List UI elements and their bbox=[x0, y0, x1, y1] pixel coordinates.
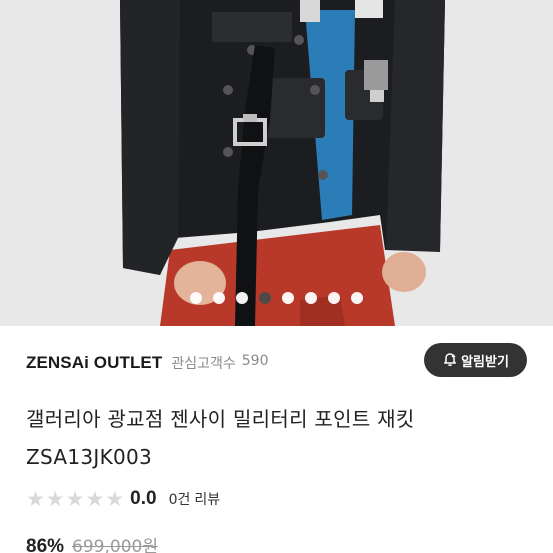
review-count-label: 리뷰 bbox=[194, 492, 221, 508]
carousel-dot[interactable] bbox=[190, 292, 202, 304]
product-title-line1: 갤러리아 광교점 젠사이 밀리터리 포인트 재킷 bbox=[26, 407, 415, 431]
star-icon: ★ bbox=[26, 486, 45, 511]
product-image[interactable] bbox=[0, 0, 553, 326]
original-price: 699,000원 bbox=[72, 537, 158, 553]
rating-row[interactable]: ★ ★ ★ ★ ★ 0.0 0건 리뷰 bbox=[26, 486, 220, 512]
price-row: 86% 699,000원 bbox=[26, 532, 158, 553]
seller-row: ZENSAi OUTLET 관심고객수 590 알림받기 bbox=[26, 343, 527, 379]
carousel-dot[interactable] bbox=[305, 292, 317, 304]
carousel-dot[interactable] bbox=[328, 292, 340, 304]
jacket-photo bbox=[0, 0, 553, 326]
carousel-dot[interactable] bbox=[236, 292, 248, 304]
carousel-dot[interactable] bbox=[351, 292, 363, 304]
bell-plus-icon bbox=[442, 352, 458, 368]
review-count-value: 0건 bbox=[168, 492, 191, 508]
rating-score: 0.0 bbox=[130, 488, 157, 509]
star-rating: ★ ★ ★ ★ ★ bbox=[26, 486, 125, 511]
carousel-dot[interactable] bbox=[282, 292, 294, 304]
review-count[interactable]: 0건 리뷰 bbox=[169, 489, 221, 509]
carousel-dot[interactable] bbox=[213, 292, 225, 304]
shop-name[interactable]: ZENSAi OUTLET bbox=[26, 353, 162, 373]
carousel-indicator bbox=[0, 292, 553, 306]
star-icon: ★ bbox=[65, 486, 85, 511]
discount-rate: 86% bbox=[26, 536, 65, 553]
product-title: 갤러리아 광교점 젠사이 밀리터리 포인트 재킷 ZSA13JK003 bbox=[26, 400, 526, 476]
fan-count-label: 관심고객수 bbox=[171, 356, 236, 372]
notify-button[interactable]: 알림받기 bbox=[424, 343, 527, 377]
fan-count-value: 590 bbox=[241, 353, 269, 369]
fan-count: 관심고객수 590 bbox=[171, 353, 268, 373]
product-model-code: ZSA13JK003 bbox=[26, 445, 153, 469]
star-icon: ★ bbox=[105, 486, 125, 511]
carousel-dot[interactable] bbox=[259, 292, 271, 304]
star-icon: ★ bbox=[85, 486, 105, 511]
notify-label: 알림받기 bbox=[461, 354, 509, 370]
star-icon: ★ bbox=[45, 486, 65, 511]
